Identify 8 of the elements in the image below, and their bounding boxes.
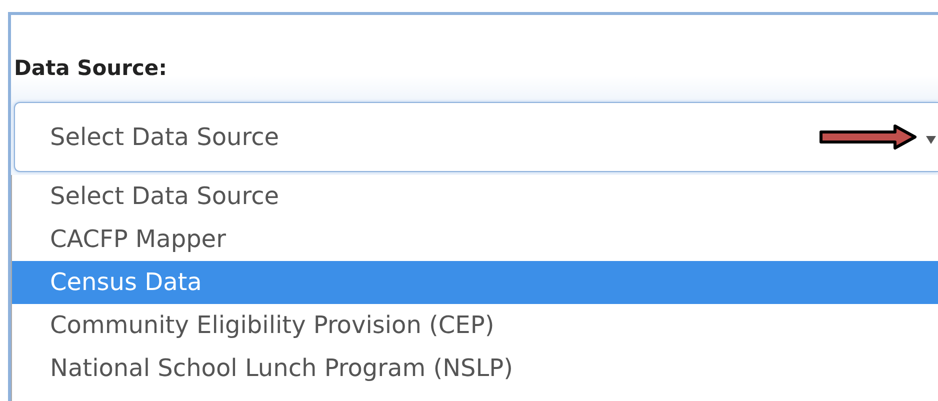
annotation-arrow-icon (819, 124, 917, 150)
dropdown-option[interactable]: Select Data Source (12, 175, 938, 218)
field-label: Data Source: (14, 55, 168, 81)
select-field[interactable]: Select Data Source (14, 102, 938, 172)
dropdown-option[interactable]: National School Lunch Program (NSLP) (12, 347, 938, 390)
caret-icon (926, 136, 936, 144)
dropdown-option[interactable]: Community Eligibility Provision (CEP) (12, 304, 938, 347)
dropdown-option[interactable]: CACFP Mapper (12, 218, 938, 261)
